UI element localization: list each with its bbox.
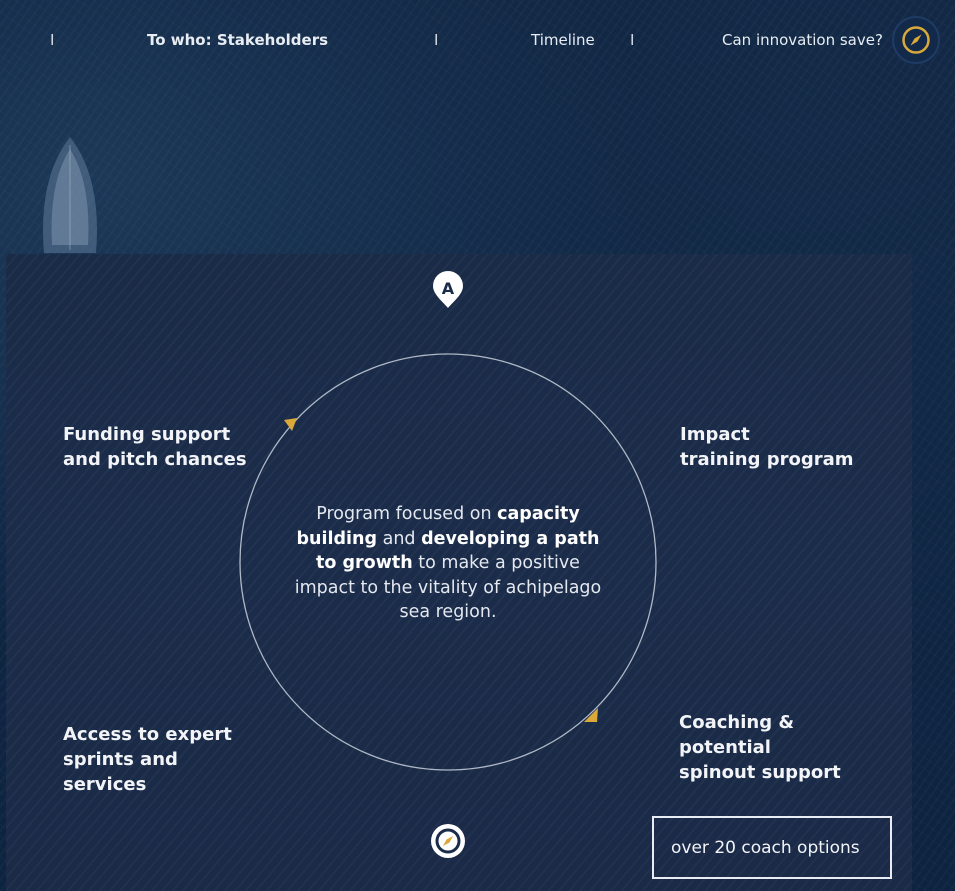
label-expert-sprints: Access to expert sprints and services (63, 724, 232, 795)
coach-options-label: over 20 coach options (671, 837, 860, 858)
nav-separator: I (630, 31, 635, 49)
cycle-arrow-icon (584, 708, 598, 722)
program-description: Program focused on capacity building and… (294, 504, 602, 622)
nav-link-timeline[interactable]: Timeline (531, 31, 595, 49)
archipelago-logo-icon: A (433, 271, 463, 308)
compass-button[interactable] (892, 16, 940, 64)
nav-separator: I (434, 31, 439, 49)
top-nav: I To who: Stakeholders I Timeline I Can … (0, 0, 955, 82)
nav-link-stakeholders[interactable]: To who: Stakeholders (147, 31, 328, 49)
coach-options-box[interactable]: over 20 coach options (652, 816, 892, 879)
label-impact-training: Impact training program (680, 424, 854, 470)
nav-separator: I (50, 31, 55, 49)
compass-icon (902, 26, 930, 54)
label-funding-support: Funding support and pitch chances (63, 424, 247, 470)
nav-link-can-innovation-save[interactable]: Can innovation save? (722, 31, 883, 49)
compass-icon (431, 824, 465, 858)
cycle-arrow-icon (284, 418, 297, 431)
svg-text:A: A (442, 279, 455, 298)
label-coaching-support: Coaching & potential spinout support (679, 712, 841, 783)
program-panel: A Funding support and pitch chances Impa… (6, 254, 912, 891)
boat-image (43, 137, 97, 253)
